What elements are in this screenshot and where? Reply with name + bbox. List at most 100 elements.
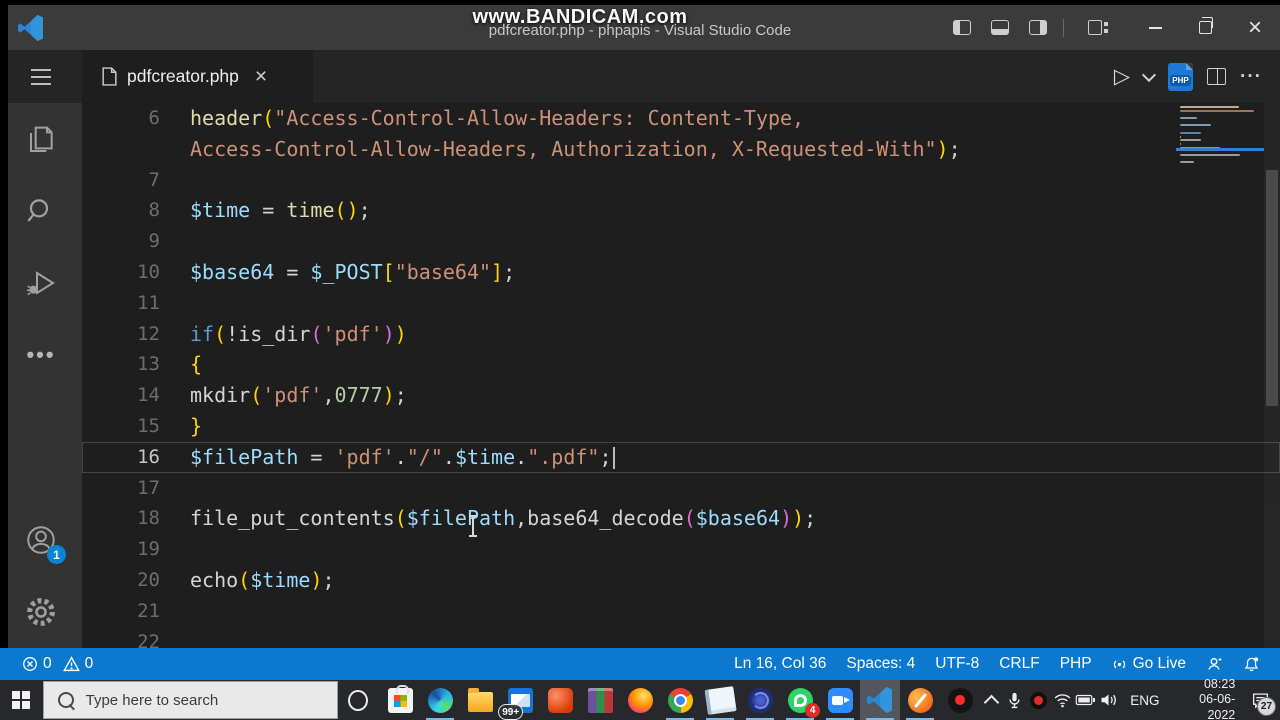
whatsapp-badge: 4 bbox=[805, 703, 821, 718]
taskbar-app-file-explorer[interactable] bbox=[460, 680, 500, 720]
sidebar-item-run-debug[interactable] bbox=[0, 247, 82, 319]
taskbar-app-edge[interactable] bbox=[420, 680, 460, 720]
taskbar-app-bandicam[interactable] bbox=[900, 680, 940, 720]
code-token: ( bbox=[238, 567, 251, 592]
encoding-indicator[interactable]: UTF-8 bbox=[925, 655, 989, 673]
line-number: 21 bbox=[137, 599, 160, 622]
code-line[interactable]: 8 $time = time(); bbox=[82, 195, 1280, 226]
tab-close-icon[interactable]: × bbox=[255, 65, 267, 89]
taskbar-app-firefox[interactable] bbox=[620, 680, 660, 720]
code-token: = bbox=[274, 259, 311, 284]
line-number: 22 bbox=[137, 630, 160, 648]
minimize-button[interactable] bbox=[1130, 5, 1180, 50]
toggle-secondary-sidebar-icon[interactable] bbox=[1029, 20, 1047, 35]
cortana-icon[interactable] bbox=[348, 689, 369, 711]
start-button[interactable] bbox=[0, 680, 43, 720]
taskbar-app-microsoft-store[interactable] bbox=[380, 680, 420, 720]
code-line[interactable]: 14 mkdir('pdf',0777); bbox=[82, 380, 1280, 411]
battery-tray-icon[interactable] bbox=[1075, 680, 1097, 720]
tray-overflow-button[interactable] bbox=[980, 680, 1002, 720]
code-line[interactable]: 9 bbox=[82, 226, 1280, 257]
sidebar-item-search[interactable] bbox=[0, 175, 82, 247]
code-line[interactable]: 10 $base64 = $_POST["base64"]; bbox=[82, 257, 1280, 288]
code-line[interactable]: 18 file_put_contents($filePath,base64_dec… bbox=[82, 503, 1280, 534]
sidebar-item-more[interactable]: ••• bbox=[0, 319, 82, 391]
code-line[interactable]: 7 bbox=[82, 165, 1280, 196]
language-indicator[interactable]: ENG bbox=[1122, 693, 1167, 708]
code-line[interactable]: 12 if(!is_dir('pdf')) bbox=[82, 319, 1280, 350]
action-center-button[interactable]: 27 bbox=[1245, 680, 1276, 720]
line-number: 15 bbox=[137, 414, 160, 437]
microphone-tray-icon[interactable] bbox=[1004, 680, 1026, 720]
taskbar-app-notepad[interactable] bbox=[700, 680, 740, 720]
network-tray-icon[interactable] bbox=[1051, 680, 1073, 720]
code-line[interactable]: 21 bbox=[82, 596, 1280, 627]
code-text: { bbox=[190, 349, 202, 380]
notifications-button[interactable] bbox=[1233, 656, 1270, 673]
code-line[interactable]: 13 { bbox=[82, 349, 1280, 380]
taskbar-app-vscode[interactable] bbox=[860, 680, 901, 720]
code-line[interactable]: 15} bbox=[82, 411, 1280, 442]
problems-button[interactable]: 0 0 bbox=[22, 655, 93, 673]
minimap-line bbox=[1180, 106, 1239, 108]
taskbar-app-media-app[interactable] bbox=[740, 680, 780, 720]
taskbar-search-input[interactable]: Type here to search bbox=[42, 681, 339, 719]
taskbar-clock[interactable]: 08:23 06-06-2022 bbox=[1170, 677, 1244, 720]
run-dropdown-chevron-icon[interactable] bbox=[1141, 67, 1157, 82]
line-number: 9 bbox=[148, 230, 160, 253]
taskbar-app-winrar[interactable] bbox=[580, 680, 620, 720]
code-line[interactable]: 19 bbox=[82, 534, 1280, 565]
titlebar-separator bbox=[1063, 18, 1064, 37]
code-token: . bbox=[442, 444, 455, 469]
editor-more-actions-icon[interactable]: ··· bbox=[1240, 66, 1262, 88]
chrome-icon bbox=[667, 687, 693, 713]
taskbar-app-chrome[interactable] bbox=[660, 680, 700, 720]
indentation-indicator[interactable]: Spaces: 4 bbox=[836, 655, 925, 673]
language-mode[interactable]: PHP bbox=[1050, 655, 1102, 673]
eol-indicator[interactable]: CRLF bbox=[989, 655, 1049, 673]
go-live-button[interactable]: Go Live bbox=[1102, 655, 1196, 673]
speaker-icon bbox=[1101, 694, 1117, 706]
code-line[interactable]: 6 header("Access-Control-Allow-Headers: C… bbox=[82, 103, 1280, 134]
person-icon bbox=[1208, 658, 1222, 670]
tab-pdfcreator[interactable]: pdfcreator.php × bbox=[82, 50, 313, 103]
toggle-panel-icon[interactable] bbox=[991, 20, 1009, 35]
editor-scrollbar-thumb[interactable] bbox=[1266, 170, 1278, 406]
restore-button[interactable] bbox=[1180, 5, 1230, 50]
feedback-button[interactable] bbox=[1196, 656, 1233, 672]
close-button[interactable]: × bbox=[1230, 5, 1280, 50]
code-text: file_put_contents($filePath,base64_decod… bbox=[190, 503, 816, 534]
split-editor-icon[interactable] bbox=[1207, 68, 1227, 85]
code-line[interactable]: 11 bbox=[82, 288, 1280, 319]
code-token: ) bbox=[936, 136, 949, 161]
settings-button[interactable] bbox=[0, 576, 82, 648]
line-number: 18 bbox=[137, 507, 160, 530]
toggle-sidebar-icon[interactable] bbox=[953, 20, 971, 35]
code-token: "base64" bbox=[394, 259, 492, 284]
code-line[interactable]: Access-Control-Allow-Headers, Authorizat… bbox=[82, 134, 1280, 165]
code-editor[interactable]: 6 header("Access-Control-Allow-Headers: C… bbox=[82, 103, 1280, 648]
taskbar-app-zoom[interactable] bbox=[820, 680, 860, 720]
run-button[interactable]: ▷ bbox=[1114, 66, 1130, 87]
code-token: 'pdf' bbox=[262, 383, 323, 408]
cursor-position[interactable]: Ln 16, Col 36 bbox=[724, 655, 836, 673]
taskbar-app-office[interactable] bbox=[540, 680, 580, 720]
sidebar-item-explorer[interactable] bbox=[0, 103, 82, 175]
code-line[interactable]: 16 $filePath = 'pdf'."/".$time.".pdf"; bbox=[82, 442, 1280, 473]
php-run-icon[interactable]: PHP bbox=[1168, 62, 1194, 91]
taskbar-app-whatsapp[interactable]: 4 bbox=[780, 680, 821, 720]
code-line[interactable]: 20 echo($time); bbox=[82, 565, 1280, 596]
volume-tray-icon[interactable] bbox=[1099, 680, 1121, 720]
menu-hamburger-button[interactable] bbox=[0, 50, 82, 103]
customize-layout-icon[interactable] bbox=[1088, 20, 1108, 35]
taskbar-app-mail[interactable]: 99+ bbox=[498, 680, 540, 720]
code-line[interactable]: 17 bbox=[82, 473, 1280, 504]
code-token: , bbox=[322, 383, 335, 408]
minimap[interactable] bbox=[1176, 106, 1264, 172]
code-line[interactable]: 22 bbox=[82, 627, 1280, 648]
accounts-button[interactable]: 1 bbox=[0, 504, 82, 576]
recording-indicator[interactable] bbox=[1028, 680, 1050, 720]
taskbar-app-record-button[interactable] bbox=[940, 680, 980, 720]
editor-scrollbar[interactable] bbox=[1264, 103, 1280, 648]
line-number: 10 bbox=[137, 260, 160, 283]
